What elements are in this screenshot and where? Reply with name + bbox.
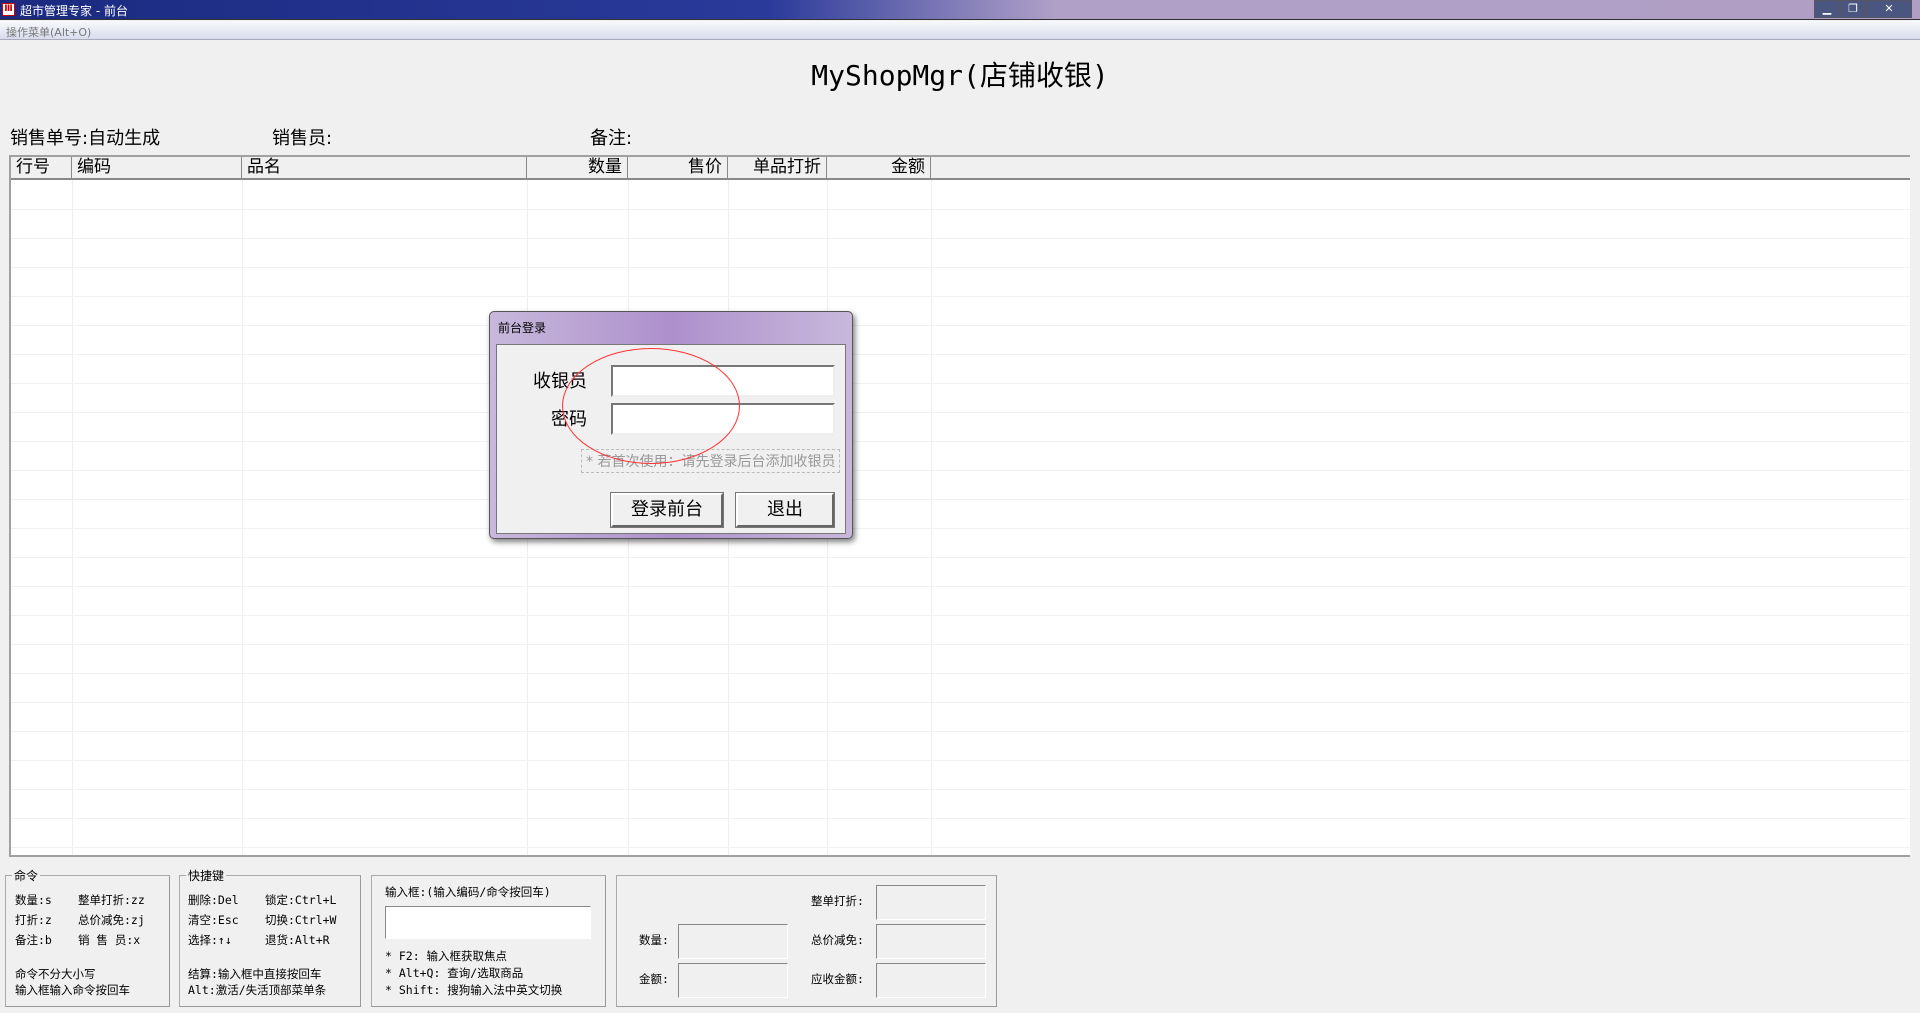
- cmd-item: 打折:z: [15, 913, 52, 927]
- menu-operations[interactable]: 操作菜单(Alt+O): [6, 24, 91, 40]
- col-amount[interactable]: 金额: [827, 157, 931, 178]
- grid-row-line: [11, 383, 1910, 384]
- table-header: 行号 编码 品名 数量 售价 单品打折 金额: [11, 157, 1910, 180]
- receivable-value: [876, 963, 986, 998]
- grid-row-line: [11, 267, 1910, 268]
- grid-row-line: [11, 615, 1910, 616]
- login-dialog: 前台登录 收银员 密码 * 若首次使用：请先登录后台添加收银员 登录前台 退出: [489, 311, 853, 539]
- cmd-item: 数量:s: [15, 893, 52, 907]
- highlight-circle: [562, 348, 740, 464]
- amount-label: 金额:: [639, 972, 669, 986]
- grid-row-line: [11, 557, 1910, 558]
- cmd-item: 整单打折:zz: [78, 893, 145, 907]
- shortcut-item: 清空:Esc: [188, 913, 239, 927]
- grid-row-line: [11, 470, 1910, 471]
- col-item-discount[interactable]: 单品打折: [728, 157, 827, 178]
- grid-column-line: [242, 180, 243, 855]
- menu-bar: 操作菜单(Alt+O): [0, 21, 1920, 40]
- input-label: 输入框:(输入编码/命令按回车): [385, 885, 551, 899]
- commands-panel: 命令 数量:s 整单打折:zz 打折:z 总价减免:zj 备注:b 销 售 员:…: [5, 867, 170, 1007]
- shortcut-item: 退货:Alt+R: [265, 933, 330, 947]
- grid-column-line: [72, 180, 73, 855]
- col-qty[interactable]: 数量: [527, 157, 628, 178]
- restore-icon[interactable]: ❐: [1840, 0, 1866, 18]
- cmd-item: 销 售 员:x: [78, 933, 141, 947]
- grid-column-line: [931, 180, 932, 855]
- grid-row-line: [11, 818, 1910, 819]
- totals-panel: 数量: 金额: 整单打折: 总价减免: 应收金额:: [616, 875, 997, 1007]
- app-logo-icon: Ⅲ: [2, 3, 15, 16]
- dialog-title: 前台登录: [498, 321, 547, 335]
- reduction-label: 总价减免:: [811, 933, 864, 947]
- cmd-item: 总价减免:zj: [78, 913, 145, 927]
- sales-table[interactable]: 行号 编码 品名 数量 售价 单品打折 金额: [9, 155, 1910, 857]
- input-panel: 输入框:(输入编码/命令按回车) * F2: 输入框获取焦点 * Alt+Q: …: [371, 875, 606, 1007]
- grid-row-line: [11, 499, 1910, 500]
- grid-row-line: [11, 209, 1910, 210]
- exit-button[interactable]: 退出: [735, 492, 835, 528]
- commands-legend: 命令: [12, 867, 41, 884]
- grid-row-line: [11, 412, 1910, 413]
- reduction-value: [876, 924, 986, 959]
- grid-row-line: [11, 702, 1910, 703]
- grid-row-line: [11, 325, 1910, 326]
- grid-row-line: [11, 441, 1910, 442]
- input-tip: * F2: 输入框获取焦点: [385, 949, 508, 963]
- grid-row-line: [11, 760, 1910, 761]
- cmd-note: 输入框输入命令按回车: [15, 983, 130, 997]
- discount-value: [876, 885, 986, 920]
- shortcuts-legend: 快捷键: [186, 867, 227, 884]
- col-row-no[interactable]: 行号: [11, 157, 72, 178]
- grid-row-line: [11, 586, 1910, 587]
- shortcut-item: 锁定:Ctrl+L: [265, 893, 337, 907]
- cmd-item: 备注:b: [15, 933, 52, 947]
- command-input[interactable]: [385, 906, 591, 939]
- shortcut-note: Alt:激活/失活顶部菜单条: [188, 983, 327, 997]
- col-code[interactable]: 编码: [72, 157, 242, 178]
- grid-row-line: [11, 296, 1910, 297]
- close-icon[interactable]: ✕: [1866, 0, 1912, 18]
- cmd-note: 命令不分大小写: [15, 967, 96, 981]
- discount-label: 整单打折:: [811, 894, 864, 908]
- grid-row-line: [11, 528, 1910, 529]
- salesperson-label: 销售员:: [272, 128, 333, 149]
- shortcut-item: 切换:Ctrl+W: [265, 913, 337, 927]
- shortcut-note: 结算:输入框中直接按回车: [188, 967, 322, 981]
- grid-row-line: [11, 789, 1910, 790]
- shortcut-item: 选择:↑↓: [188, 933, 232, 947]
- amount-value: [678, 963, 788, 998]
- grid-row-line: [11, 847, 1910, 848]
- qty-label: 数量:: [639, 933, 669, 947]
- input-tip: * Alt+Q: 查询/选取商品: [385, 966, 524, 980]
- input-tip: * Shift: 搜狗输入法中英文切换: [385, 983, 563, 997]
- minimize-icon[interactable]: ▁: [1814, 0, 1840, 18]
- remark-label: 备注:: [590, 128, 633, 149]
- grid-row-line: [11, 354, 1910, 355]
- order-number: 销售单号:自动生成: [10, 128, 161, 149]
- grid-row-line: [11, 731, 1910, 732]
- grid-row-line: [11, 238, 1910, 239]
- col-price[interactable]: 售价: [628, 157, 728, 178]
- receivable-label: 应收金额:: [811, 972, 864, 986]
- qty-value: [678, 924, 788, 959]
- login-button[interactable]: 登录前台: [610, 492, 724, 528]
- grid-row-line: [11, 644, 1910, 645]
- col-name[interactable]: 品名: [242, 157, 527, 178]
- title-bar: Ⅲ 超市管理专家 - 前台 ▁ ❐ ✕: [0, 0, 1920, 20]
- page-title: MyShopMgr(店铺收银): [811, 59, 1109, 92]
- shortcuts-panel: 快捷键 删除:Del 锁定:Ctrl+L 清空:Esc 切换:Ctrl+W 选择…: [179, 867, 361, 1007]
- grid-row-line: [11, 673, 1910, 674]
- window-title: 超市管理专家 - 前台: [20, 4, 128, 18]
- shortcut-item: 删除:Del: [188, 893, 239, 907]
